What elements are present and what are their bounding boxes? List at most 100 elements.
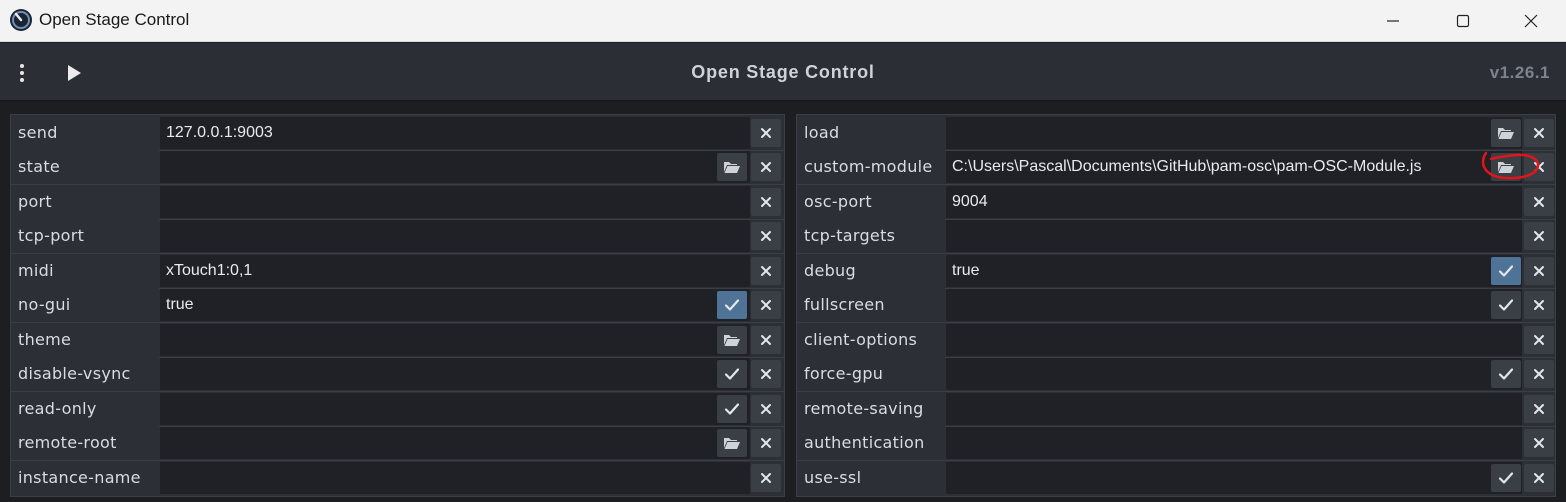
browse-button[interactable] (1491, 118, 1521, 147)
folder-open-icon (724, 334, 740, 346)
option-label: disable-vsync (11, 357, 159, 391)
close-icon (1524, 14, 1538, 28)
option-label: authentication (797, 426, 945, 460)
clear-icon (761, 438, 771, 448)
option-input-tcp-targets[interactable] (946, 220, 1522, 252)
option-input-port[interactable] (160, 185, 750, 218)
clear-button[interactable] (1524, 222, 1554, 250)
clear-button[interactable] (1524, 463, 1554, 492)
clear-button[interactable] (751, 394, 781, 423)
toggle-button[interactable] (1491, 463, 1521, 492)
clear-icon (1534, 162, 1544, 172)
option-input-tcp-port[interactable] (160, 220, 750, 252)
option-input-remote-saving[interactable] (946, 392, 1522, 425)
option-label: theme (11, 322, 159, 357)
option-row-instance-name: instance-name (11, 460, 784, 495)
clear-button[interactable] (1524, 429, 1554, 457)
clear-button[interactable] (751, 360, 781, 388)
clear-button[interactable] (1524, 256, 1554, 285)
clear-icon (761, 300, 771, 310)
clear-button[interactable] (751, 429, 781, 457)
clear-icon (1534, 127, 1544, 138)
clear-icon (761, 231, 771, 241)
option-input-state[interactable] (160, 151, 750, 183)
option-label: debug (797, 253, 945, 288)
option-row-osc-port: osc-port 9004 (797, 184, 1555, 220)
maximize-button[interactable] (1428, 0, 1498, 42)
option-row-tcp-port: tcp-port (11, 219, 784, 254)
option-input-load[interactable] (946, 116, 1522, 149)
option-input-use-ssl[interactable] (946, 461, 1522, 494)
options-panel-left: send 127.0.0.1:9003 state port tcp-port midi x… (10, 114, 785, 497)
option-input-custom-module[interactable]: C:\Users\Pascal\Documents\GitHub\pam-osc… (946, 151, 1522, 183)
option-input-disable-vsync[interactable] (160, 358, 750, 390)
option-row-state: state (11, 150, 784, 185)
browse-button[interactable] (1491, 153, 1521, 181)
option-input-authentication[interactable] (946, 427, 1522, 459)
folder-open-icon (724, 438, 740, 449)
option-input-send[interactable]: 127.0.0.1:9003 (160, 116, 750, 149)
toggle-button[interactable] (717, 394, 747, 423)
option-row-theme: theme (11, 322, 784, 358)
toggle-button[interactable] (1491, 256, 1521, 285)
option-input-force-gpu[interactable] (946, 358, 1522, 390)
option-label: load (797, 115, 945, 150)
option-row-tcp-targets: tcp-targets (797, 219, 1555, 254)
option-row-custom-module: custom-module C:\Users\Pascal\Documents\G… (797, 150, 1555, 185)
toggle-button[interactable] (1491, 360, 1521, 388)
clear-button[interactable] (751, 153, 781, 181)
option-label: use-ssl (797, 460, 945, 495)
check-icon (1498, 299, 1514, 311)
clear-button[interactable] (1524, 187, 1554, 216)
app-header: Open Stage Control v1.26.1 (0, 43, 1566, 102)
clear-button[interactable] (751, 222, 781, 250)
option-input-remote-root[interactable] (160, 427, 750, 459)
option-row-read-only: read-only (11, 391, 784, 427)
clear-button[interactable] (751, 118, 781, 147)
option-label: state (11, 150, 159, 184)
app-title: Open Stage Control (691, 62, 875, 82)
option-input-no-gui[interactable]: true (160, 289, 750, 321)
window-title: Open Stage Control (39, 10, 190, 29)
clear-button[interactable] (751, 325, 781, 354)
option-input-debug[interactable]: true (946, 254, 1522, 287)
clear-button[interactable] (1524, 118, 1554, 147)
option-row-use-ssl: use-ssl (797, 460, 1555, 495)
clear-button[interactable] (751, 291, 781, 319)
clear-button[interactable] (1524, 291, 1554, 319)
option-input-read-only[interactable] (160, 392, 750, 425)
clear-button[interactable] (751, 187, 781, 216)
clear-button[interactable] (1524, 360, 1554, 388)
option-input-fullscreen[interactable] (946, 289, 1522, 321)
folder-open-icon (724, 162, 740, 173)
option-input-theme[interactable] (160, 323, 750, 356)
option-label: remote-saving (797, 391, 945, 426)
launcher-options: send 127.0.0.1:9003 state port tcp-port midi x… (0, 104, 1566, 502)
option-row-remote-saving: remote-saving (797, 391, 1555, 427)
toggle-button[interactable] (717, 360, 747, 388)
toggle-button[interactable] (1491, 291, 1521, 319)
option-row-client-options: client-options (797, 322, 1555, 358)
clear-button[interactable] (1524, 394, 1554, 423)
clear-button[interactable] (1524, 153, 1554, 181)
clear-icon (1534, 369, 1544, 379)
option-input-osc-port[interactable]: 9004 (946, 185, 1522, 218)
option-row-port: port (11, 184, 784, 220)
clear-button[interactable] (1524, 325, 1554, 354)
option-row-authentication: authentication (797, 426, 1555, 461)
close-window-button[interactable] (1496, 0, 1566, 42)
option-input-client-options[interactable] (946, 323, 1522, 356)
clear-icon (761, 127, 771, 138)
option-input-midi[interactable]: xTouch1:0,1 (160, 254, 750, 287)
option-label: tcp-targets (797, 219, 945, 253)
browse-button[interactable] (717, 153, 747, 181)
browse-button[interactable] (717, 325, 747, 354)
option-input-instance-name[interactable] (160, 461, 750, 494)
clear-icon (761, 403, 771, 414)
clear-button[interactable] (751, 256, 781, 285)
toggle-button[interactable] (717, 291, 747, 319)
minimize-button[interactable] (1358, 0, 1428, 42)
clear-button[interactable] (751, 463, 781, 492)
clear-icon (1534, 196, 1544, 207)
browse-button[interactable] (717, 429, 747, 457)
